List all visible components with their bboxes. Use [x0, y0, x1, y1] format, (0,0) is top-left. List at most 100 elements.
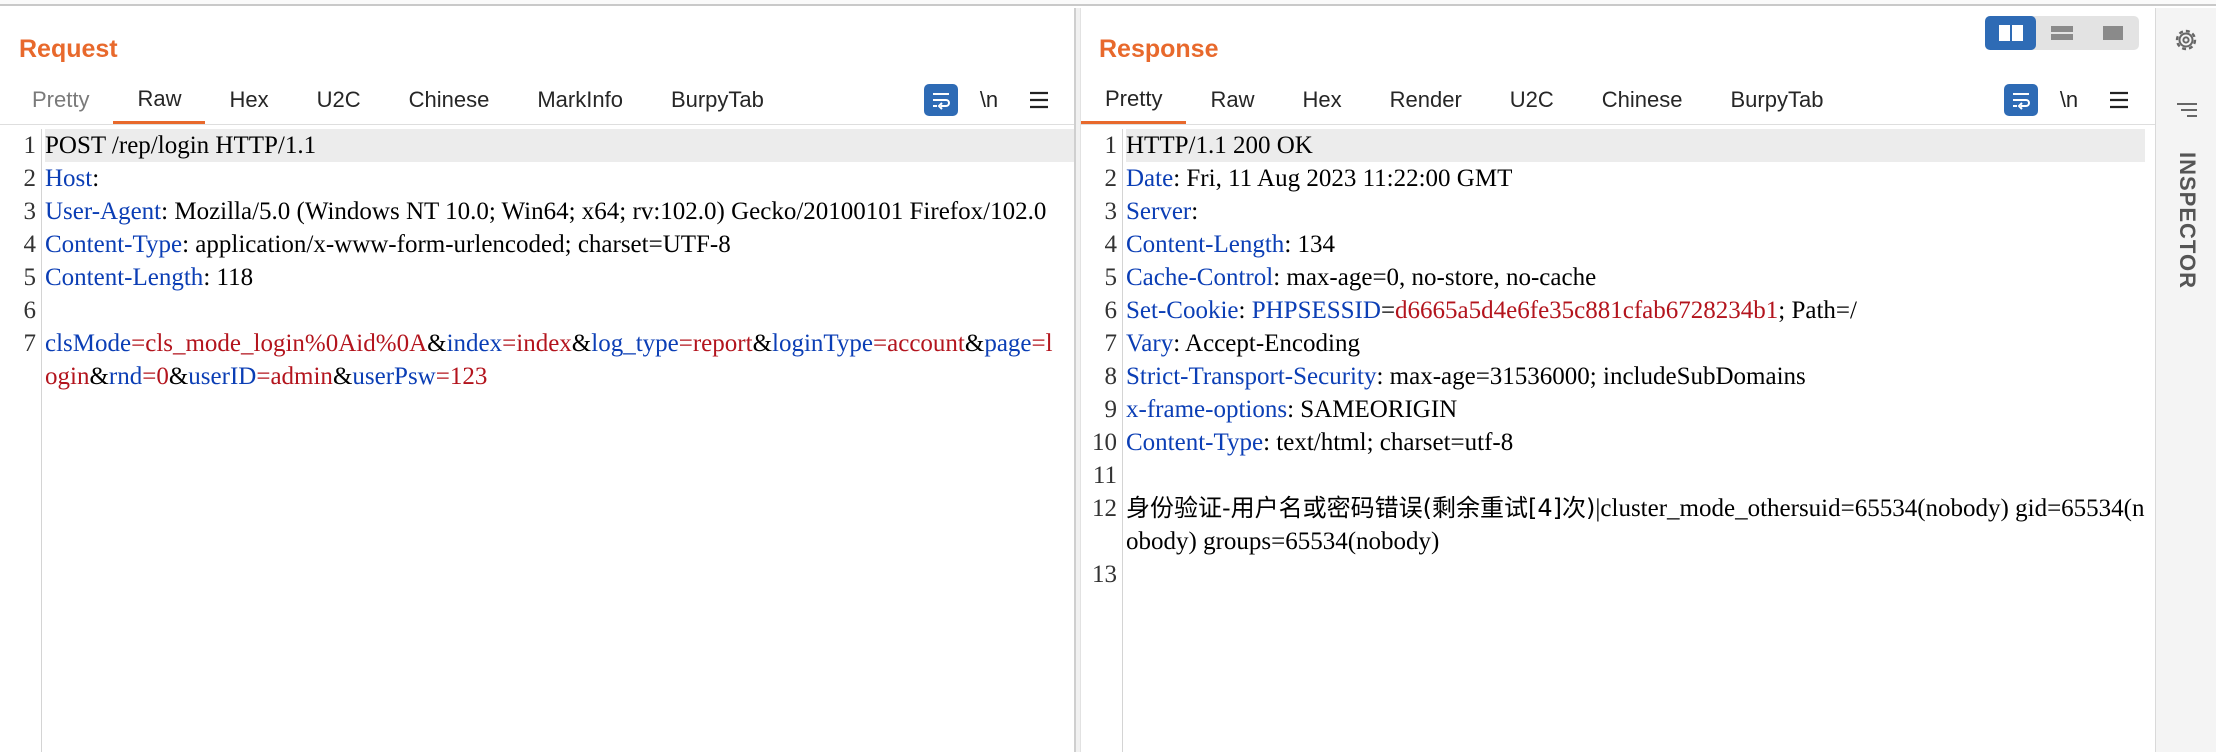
- line-number: 5: [1104, 264, 1118, 291]
- response-tab-u2c[interactable]: U2C: [1486, 76, 1578, 124]
- param-name: loginType: [772, 330, 874, 357]
- header-name: Date: [1126, 165, 1174, 192]
- wrap-lines-icon: [2013, 93, 2030, 110]
- param-name: log_type: [591, 330, 679, 357]
- inspector-toggle-button[interactable]: [2173, 100, 2199, 122]
- header-name: Content-Type: [1126, 429, 1264, 456]
- inspector-tab[interactable]: INSPECTOR: [2172, 152, 2202, 302]
- response-line-11: 11: [1093, 459, 2145, 492]
- inspector-label: INSPECTOR: [2175, 152, 2200, 289]
- response-tab-pretty[interactable]: Pretty: [1081, 76, 1187, 124]
- request-line-7: 7 clsMode=cls_mode_login%0Aid%0A&index=in…: [24, 327, 1064, 393]
- request-tab-markinfo[interactable]: MarkInfo: [513, 76, 647, 124]
- param-value: cls_mode_login%0Aid%0A: [145, 330, 428, 357]
- cookie-value: d6665a5d4e6fe35c881cfab6728234b1: [1395, 297, 1779, 324]
- status-line: HTTP/1.1 200 OK: [1126, 132, 1313, 159]
- line-number: 10: [1092, 429, 1117, 456]
- line-number: 7: [23, 330, 37, 357]
- request-tab-raw[interactable]: Raw: [113, 76, 206, 124]
- param-name: page: [984, 330, 1032, 357]
- header-name: Cache-Control: [1126, 264, 1274, 291]
- line-number: 12: [1092, 495, 1117, 522]
- response-tabs-divider: [1081, 124, 2155, 125]
- param-value: account: [887, 330, 965, 357]
- request-menu-button[interactable]: [1024, 84, 1054, 116]
- cookie-attributes: ; Path=/: [1778, 297, 1857, 324]
- side-by-side-icon: [1998, 25, 2023, 41]
- request-tab-burpytab[interactable]: BurpyTab: [647, 76, 788, 124]
- request-show-newlines-button[interactable]: \n: [972, 84, 1006, 116]
- response-wrap-lines-button[interactable]: [2004, 84, 2038, 116]
- request-pane: Request Pretty Raw Hex U2C Chinese MarkInfo Bu…: [0, 8, 1074, 752]
- line-number: 2: [1104, 165, 1118, 192]
- line-number: 1: [23, 132, 37, 159]
- header-value: : text/html; charset=utf-8: [1263, 429, 1514, 456]
- line-number: 1: [1104, 132, 1118, 159]
- response-line-12: 12 身份验证-用户名或密码错误(剩余重试[4]次)|cluster_mode_o…: [1092, 492, 2145, 558]
- param-value: 0: [156, 363, 169, 390]
- header-value: : 118: [203, 264, 254, 291]
- response-line-8: 8 Strict-Transport-Security: max-age=3153…: [1105, 360, 2145, 393]
- response-show-newlines-button[interactable]: \n: [2052, 84, 2086, 116]
- request-line-1: 1 POST /rep/login HTTP/1.1: [24, 129, 1074, 162]
- param-name: index: [446, 330, 503, 357]
- param-value: admin: [270, 363, 333, 390]
- param-value: report: [692, 330, 753, 357]
- settings-button[interactable]: [2171, 25, 2201, 55]
- request-wrap-lines-button[interactable]: [924, 84, 958, 116]
- header-name: Content-Length: [45, 264, 204, 291]
- param-separator: &: [571, 330, 592, 357]
- request-line-4: 4 Content-Type: application/x-www-form-ur…: [24, 228, 1064, 261]
- param-separator: &: [427, 330, 447, 357]
- header-value: : Mozilla/5.0 (Windows NT 10.0; Win64; x…: [161, 198, 1047, 225]
- response-tab-render[interactable]: Render: [1366, 76, 1486, 124]
- line-number: 11: [1092, 462, 1117, 489]
- response-tab-hex[interactable]: Hex: [1278, 76, 1365, 124]
- hamburger-menu-icon: [2110, 91, 2128, 109]
- response-title: Response: [1099, 35, 1219, 63]
- request-tabs-divider: [0, 124, 1074, 125]
- response-menu-button[interactable]: [2104, 84, 2134, 116]
- request-tab-u2c[interactable]: U2C: [293, 76, 385, 124]
- line-number: 3: [23, 198, 37, 225]
- response-tab-chinese[interactable]: Chinese: [1578, 76, 1707, 124]
- response-line-7: 7 Vary: Accept-Encoding: [1105, 327, 2145, 360]
- header-value: : Fri, 11 Aug 2023 11:22:00 GMT: [1173, 165, 1513, 192]
- request-tab-chinese[interactable]: Chinese: [385, 76, 514, 124]
- header-value: : SAMEORIGIN: [1287, 396, 1458, 423]
- line-number: 4: [23, 231, 37, 258]
- param-equals: =: [1031, 330, 1046, 357]
- stacked-icon: [2050, 26, 2073, 40]
- cookie-equals: =: [1380, 297, 1396, 324]
- response-tab-raw[interactable]: Raw: [1186, 76, 1278, 124]
- pane-splitter[interactable]: [1074, 8, 1081, 752]
- request-line-5: 5 Content-Length: 118: [24, 261, 1064, 294]
- layout-side-by-side-button[interactable]: [1985, 16, 2036, 50]
- response-pane: Response Pretty Raw Hex Render U2C Chinese Bur…: [1081, 8, 2155, 752]
- line-number: 9: [1104, 396, 1118, 423]
- param-name: clsMode: [45, 330, 132, 357]
- response-editor[interactable]: 1 HTTP/1.1 200 OK 2 Date: Fri, 11 Aug 2023…: [1081, 129, 2155, 752]
- line-number: 6: [1104, 297, 1118, 324]
- layout-single-pane-button[interactable]: [2087, 16, 2138, 50]
- layout-stacked-button[interactable]: [2036, 16, 2087, 50]
- param-equals: =: [256, 363, 271, 390]
- request-tab-pretty[interactable]: Pretty: [8, 76, 113, 124]
- param-separator: &: [168, 363, 189, 390]
- request-tabs: Pretty Raw Hex U2C Chinese MarkInfo BurpyTab: [8, 76, 788, 124]
- header-name: Vary: [1126, 330, 1174, 357]
- line-number: 3: [1104, 198, 1118, 225]
- response-line-6: 6 Set-Cookie: PHPSESSID=d6665a5d4e6fe35c8…: [1105, 294, 2145, 327]
- param-name: rnd: [108, 363, 143, 390]
- request-title: Request: [19, 35, 118, 63]
- param-separator: &: [752, 330, 773, 357]
- header-value: : Accept-Encoding: [1173, 330, 1360, 357]
- response-line-10: 10 Content-Type: text/html; charset=utf-8: [1092, 426, 2145, 459]
- request-tab-hex[interactable]: Hex: [205, 76, 292, 124]
- wrap-lines-icon: [933, 93, 950, 110]
- header-name: Server: [1126, 198, 1192, 225]
- line-number: 7: [1104, 330, 1118, 357]
- request-editor[interactable]: 1 POST /rep/login HTTP/1.1 2 Host: 3 User-A…: [0, 129, 1074, 752]
- response-tab-burpytab[interactable]: BurpyTab: [1707, 76, 1848, 124]
- param-separator: &: [332, 363, 353, 390]
